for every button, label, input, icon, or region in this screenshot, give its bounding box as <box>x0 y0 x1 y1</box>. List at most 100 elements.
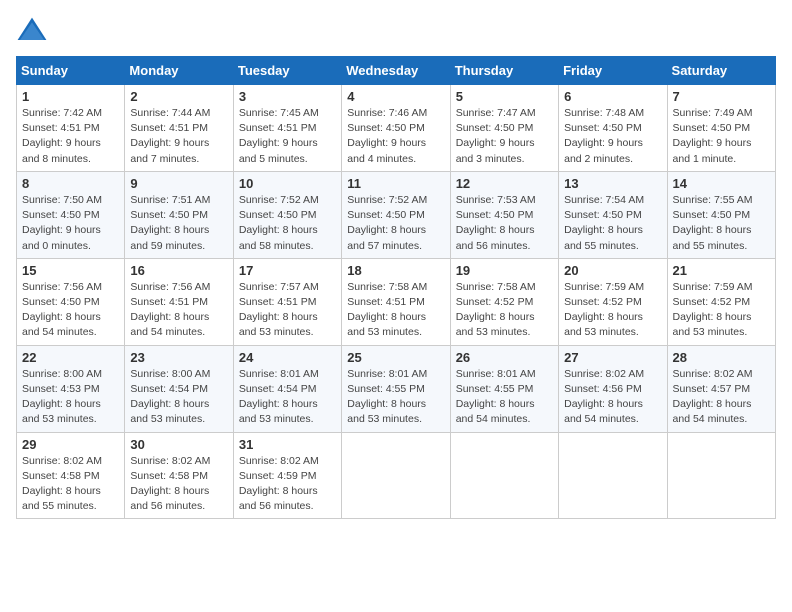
day-info: Sunrise: 8:01 AM Sunset: 4:55 PM Dayligh… <box>456 367 553 428</box>
sunrise: Sunrise: 7:45 AM <box>239 107 319 119</box>
calendar-cell: 24 Sunrise: 8:01 AM Sunset: 4:54 PM Dayl… <box>233 345 341 432</box>
day-number: 10 <box>239 176 336 191</box>
sunrise: Sunrise: 8:02 AM <box>22 455 102 467</box>
sunrise: Sunrise: 7:54 AM <box>564 194 644 206</box>
daylight: Daylight: 8 hours and 53 minutes. <box>347 398 426 425</box>
daylight: Daylight: 8 hours and 53 minutes. <box>564 311 643 338</box>
sunrise: Sunrise: 7:51 AM <box>130 194 210 206</box>
calendar-cell: 28 Sunrise: 8:02 AM Sunset: 4:57 PM Dayl… <box>667 345 775 432</box>
day-number: 18 <box>347 263 444 278</box>
day-number: 7 <box>673 89 770 104</box>
sunrise: Sunrise: 7:55 AM <box>673 194 753 206</box>
calendar-cell: 7 Sunrise: 7:49 AM Sunset: 4:50 PM Dayli… <box>667 85 775 172</box>
day-number: 13 <box>564 176 661 191</box>
header-tuesday: Tuesday <box>233 57 341 85</box>
calendar-cell: 17 Sunrise: 7:57 AM Sunset: 4:51 PM Dayl… <box>233 258 341 345</box>
day-number: 24 <box>239 350 336 365</box>
day-number: 28 <box>673 350 770 365</box>
day-info: Sunrise: 8:02 AM Sunset: 4:57 PM Dayligh… <box>673 367 770 428</box>
header-wednesday: Wednesday <box>342 57 450 85</box>
header-saturday: Saturday <box>667 57 775 85</box>
day-number: 9 <box>130 176 227 191</box>
sunrise: Sunrise: 7:59 AM <box>673 281 753 293</box>
calendar-cell: 18 Sunrise: 7:58 AM Sunset: 4:51 PM Dayl… <box>342 258 450 345</box>
calendar-cell: 14 Sunrise: 7:55 AM Sunset: 4:50 PM Dayl… <box>667 171 775 258</box>
day-info: Sunrise: 7:58 AM Sunset: 4:52 PM Dayligh… <box>456 280 553 341</box>
day-number: 3 <box>239 89 336 104</box>
day-number: 14 <box>673 176 770 191</box>
sunset: Sunset: 4:53 PM <box>22 383 100 395</box>
day-info: Sunrise: 7:57 AM Sunset: 4:51 PM Dayligh… <box>239 280 336 341</box>
daylight: Daylight: 8 hours and 53 minutes. <box>130 398 209 425</box>
day-info: Sunrise: 8:02 AM Sunset: 4:56 PM Dayligh… <box>564 367 661 428</box>
calendar-cell: 23 Sunrise: 8:00 AM Sunset: 4:54 PM Dayl… <box>125 345 233 432</box>
calendar-cell: 22 Sunrise: 8:00 AM Sunset: 4:53 PM Dayl… <box>17 345 125 432</box>
daylight: Daylight: 8 hours and 56 minutes. <box>130 485 209 512</box>
calendar-cell: 30 Sunrise: 8:02 AM Sunset: 4:58 PM Dayl… <box>125 432 233 519</box>
week-row-3: 15 Sunrise: 7:56 AM Sunset: 4:50 PM Dayl… <box>17 258 776 345</box>
sunrise: Sunrise: 7:58 AM <box>347 281 427 293</box>
daylight: Daylight: 8 hours and 56 minutes. <box>239 485 318 512</box>
calendar-cell: 26 Sunrise: 8:01 AM Sunset: 4:55 PM Dayl… <box>450 345 558 432</box>
calendar-cell: 5 Sunrise: 7:47 AM Sunset: 4:50 PM Dayli… <box>450 85 558 172</box>
calendar-cell: 13 Sunrise: 7:54 AM Sunset: 4:50 PM Dayl… <box>559 171 667 258</box>
sunrise: Sunrise: 7:42 AM <box>22 107 102 119</box>
sunrise: Sunrise: 7:56 AM <box>130 281 210 293</box>
calendar-cell <box>667 432 775 519</box>
day-number: 8 <box>22 176 119 191</box>
page-header <box>16 16 776 44</box>
sunset: Sunset: 4:50 PM <box>22 209 100 221</box>
calendar-cell: 2 Sunrise: 7:44 AM Sunset: 4:51 PM Dayli… <box>125 85 233 172</box>
day-info: Sunrise: 8:01 AM Sunset: 4:54 PM Dayligh… <box>239 367 336 428</box>
week-row-2: 8 Sunrise: 7:50 AM Sunset: 4:50 PM Dayli… <box>17 171 776 258</box>
sunrise: Sunrise: 7:46 AM <box>347 107 427 119</box>
sunrise: Sunrise: 7:59 AM <box>564 281 644 293</box>
sunset: Sunset: 4:52 PM <box>456 296 534 308</box>
sunrise: Sunrise: 7:52 AM <box>239 194 319 206</box>
day-number: 16 <box>130 263 227 278</box>
calendar-cell: 31 Sunrise: 8:02 AM Sunset: 4:59 PM Dayl… <box>233 432 341 519</box>
sunset: Sunset: 4:51 PM <box>239 296 317 308</box>
day-info: Sunrise: 7:59 AM Sunset: 4:52 PM Dayligh… <box>564 280 661 341</box>
daylight: Daylight: 8 hours and 53 minutes. <box>239 398 318 425</box>
day-number: 26 <box>456 350 553 365</box>
day-number: 27 <box>564 350 661 365</box>
calendar-cell <box>342 432 450 519</box>
day-number: 30 <box>130 437 227 452</box>
sunset: Sunset: 4:58 PM <box>22 470 100 482</box>
daylight: Daylight: 9 hours and 3 minutes. <box>456 137 535 164</box>
calendar-cell: 19 Sunrise: 7:58 AM Sunset: 4:52 PM Dayl… <box>450 258 558 345</box>
day-number: 22 <box>22 350 119 365</box>
sunrise: Sunrise: 7:52 AM <box>347 194 427 206</box>
week-row-5: 29 Sunrise: 8:02 AM Sunset: 4:58 PM Dayl… <box>17 432 776 519</box>
daylight: Daylight: 8 hours and 55 minutes. <box>22 485 101 512</box>
day-info: Sunrise: 8:02 AM Sunset: 4:59 PM Dayligh… <box>239 454 336 515</box>
calendar-cell: 16 Sunrise: 7:56 AM Sunset: 4:51 PM Dayl… <box>125 258 233 345</box>
day-info: Sunrise: 7:59 AM Sunset: 4:52 PM Dayligh… <box>673 280 770 341</box>
day-number: 31 <box>239 437 336 452</box>
week-row-1: 1 Sunrise: 7:42 AM Sunset: 4:51 PM Dayli… <box>17 85 776 172</box>
sunrise: Sunrise: 7:49 AM <box>673 107 753 119</box>
day-info: Sunrise: 7:53 AM Sunset: 4:50 PM Dayligh… <box>456 193 553 254</box>
daylight: Daylight: 8 hours and 54 minutes. <box>673 398 752 425</box>
calendar-cell: 27 Sunrise: 8:02 AM Sunset: 4:56 PM Dayl… <box>559 345 667 432</box>
day-number: 20 <box>564 263 661 278</box>
day-number: 2 <box>130 89 227 104</box>
daylight: Daylight: 8 hours and 58 minutes. <box>239 224 318 251</box>
header-monday: Monday <box>125 57 233 85</box>
calendar-cell: 9 Sunrise: 7:51 AM Sunset: 4:50 PM Dayli… <box>125 171 233 258</box>
sunrise: Sunrise: 8:02 AM <box>564 368 644 380</box>
calendar-cell: 6 Sunrise: 7:48 AM Sunset: 4:50 PM Dayli… <box>559 85 667 172</box>
logo <box>16 16 54 44</box>
calendar-cell: 25 Sunrise: 8:01 AM Sunset: 4:55 PM Dayl… <box>342 345 450 432</box>
daylight: Daylight: 8 hours and 56 minutes. <box>456 224 535 251</box>
sunrise: Sunrise: 7:58 AM <box>456 281 536 293</box>
sunrise: Sunrise: 7:53 AM <box>456 194 536 206</box>
sunrise: Sunrise: 8:00 AM <box>130 368 210 380</box>
sunset: Sunset: 4:50 PM <box>564 122 642 134</box>
sunrise: Sunrise: 8:01 AM <box>347 368 427 380</box>
sunset: Sunset: 4:50 PM <box>456 209 534 221</box>
sunrise: Sunrise: 8:00 AM <box>22 368 102 380</box>
sunset: Sunset: 4:55 PM <box>347 383 425 395</box>
daylight: Daylight: 8 hours and 54 minutes. <box>130 311 209 338</box>
